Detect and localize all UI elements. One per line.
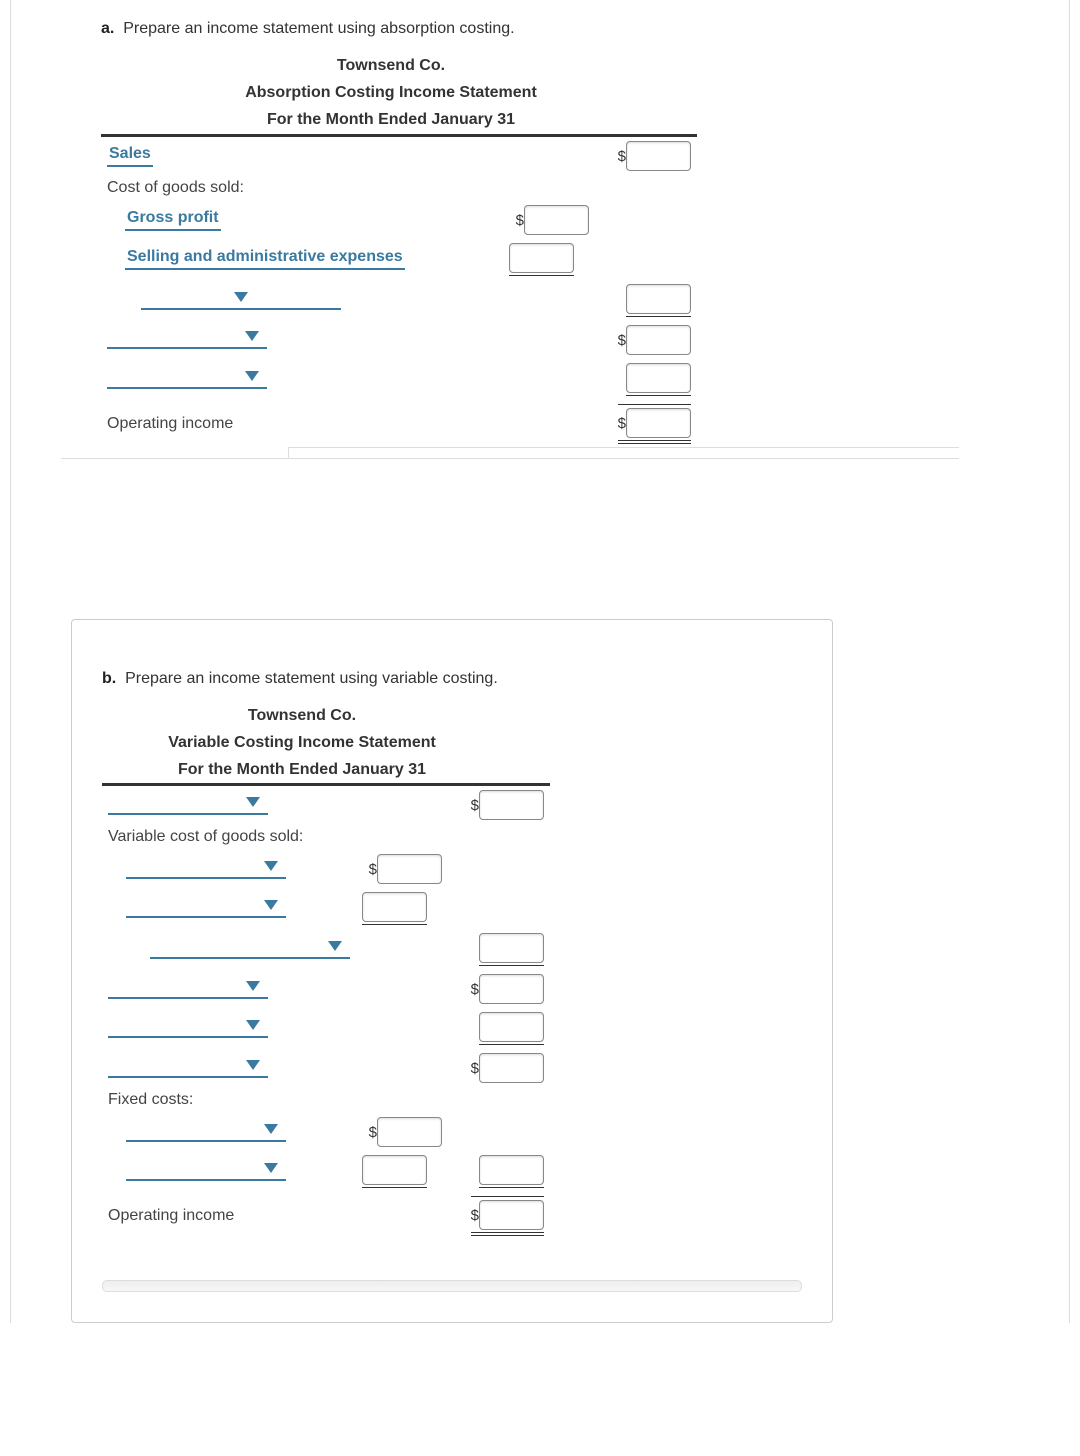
chevron-down-icon (245, 331, 259, 341)
dropdown-a-2[interactable] (107, 325, 267, 349)
amount-b-5[interactable] (479, 974, 544, 1004)
amount-a-3[interactable] (626, 363, 691, 393)
amount-b-4[interactable] (479, 933, 544, 963)
amount-a-2[interactable] (626, 325, 691, 355)
sell-admin-input[interactable] (509, 243, 574, 273)
chevron-down-icon (246, 1020, 260, 1030)
sales-input[interactable] (626, 141, 691, 171)
op-income-a-input[interactable] (626, 408, 691, 438)
chevron-down-icon (264, 861, 278, 871)
dropdown-a-3[interactable] (107, 365, 267, 389)
dropdown-a-1[interactable] (141, 286, 341, 310)
prompt-b: b. Prepare an income statement using var… (102, 670, 802, 688)
prompt-a-text: Prepare an income statement using absorp… (123, 20, 514, 37)
chevron-down-icon (246, 1060, 260, 1070)
chevron-down-icon (264, 900, 278, 910)
amount-b-7[interactable] (479, 1053, 544, 1083)
scrollbar-track[interactable] (102, 1280, 802, 1292)
op-income-b-label: Operating income (108, 1207, 234, 1224)
chevron-down-icon (264, 1124, 278, 1134)
chevron-down-icon (328, 941, 342, 951)
chevron-down-icon (246, 797, 260, 807)
cogs-label: Cost of goods sold: (107, 179, 244, 196)
amount-b-9[interactable] (362, 1155, 427, 1185)
chevron-down-icon (246, 981, 260, 991)
amount-b-9-total[interactable] (479, 1155, 544, 1185)
title-b: Variable Costing Income Statement (102, 729, 502, 756)
amount-b-8[interactable] (377, 1117, 442, 1147)
var-cogs-label: Variable cost of goods sold: (108, 828, 303, 845)
amount-b-6[interactable] (479, 1012, 544, 1042)
op-income-b-input[interactable] (479, 1200, 544, 1230)
dropdown-b-2[interactable] (126, 855, 286, 879)
dollar-sign: $ (618, 148, 626, 165)
period-b: For the Month Ended January 31 (102, 756, 502, 783)
amount-b-1[interactable] (479, 790, 544, 820)
amount-a-sub[interactable] (626, 284, 691, 314)
chevron-down-icon (245, 371, 259, 381)
prompt-b-letter: b. (102, 670, 116, 687)
company-b: Townsend Co. (102, 702, 502, 729)
amount-b-2[interactable] (377, 854, 442, 884)
period-a: For the Month Ended January 31 (101, 106, 681, 133)
sell-admin-label[interactable]: Selling and administrative expenses (125, 248, 405, 270)
fixed-costs-label: Fixed costs: (108, 1091, 193, 1108)
gross-profit-input[interactable] (524, 205, 589, 235)
panel-divider (288, 447, 959, 458)
dropdown-b-7[interactable] (108, 1054, 268, 1078)
table-a: Sales $ Cost of goods sold: Gross profit… (101, 134, 697, 448)
sales-label[interactable]: Sales (107, 145, 153, 167)
dropdown-b-6[interactable] (108, 1014, 268, 1038)
gross-profit-label[interactable]: Gross profit (125, 209, 221, 231)
dropdown-b-3[interactable] (126, 894, 286, 918)
panel-absorption: a. Prepare an income statement using abs… (61, 0, 959, 459)
title-a: Absorption Costing Income Statement (101, 79, 681, 106)
dropdown-b-5[interactable] (108, 975, 268, 999)
dropdown-b-1[interactable] (108, 791, 268, 815)
dropdown-b-9[interactable] (126, 1157, 286, 1181)
prompt-a-letter: a. (101, 20, 114, 37)
chevron-down-icon (234, 292, 248, 302)
chevron-down-icon (264, 1163, 278, 1173)
amount-b-3[interactable] (362, 892, 427, 922)
company-a: Townsend Co. (101, 52, 681, 79)
table-b: $ Variable cost of goods sold: $ (102, 783, 550, 1240)
heading-b: Townsend Co. Variable Costing Income Sta… (102, 702, 502, 784)
prompt-b-text: Prepare an income statement using variab… (125, 670, 498, 687)
dropdown-b-4[interactable] (150, 935, 350, 959)
op-income-a-label: Operating income (107, 415, 233, 432)
dropdown-b-8[interactable] (126, 1118, 286, 1142)
prompt-a: a. Prepare an income statement using abs… (101, 20, 919, 38)
panel-variable: b. Prepare an income statement using var… (71, 619, 833, 1324)
heading-a: Townsend Co. Absorption Costing Income S… (101, 52, 681, 134)
